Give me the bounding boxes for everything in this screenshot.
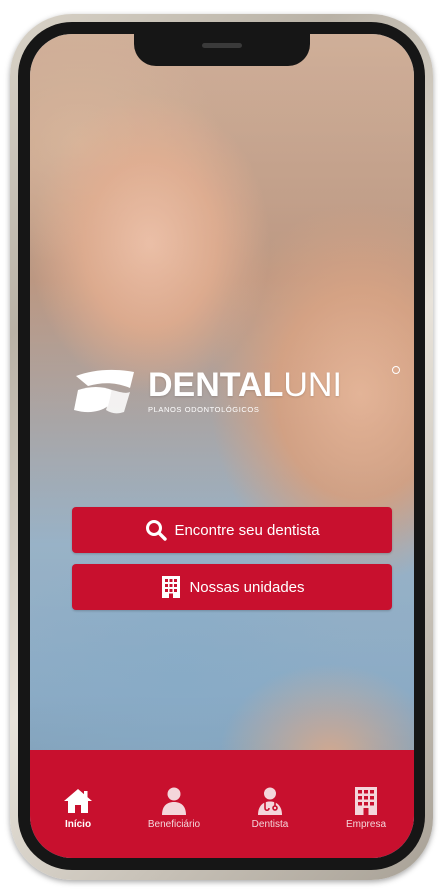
office-building-icon	[350, 786, 382, 816]
nav-label-home: Início	[64, 819, 92, 830]
nav-item-company[interactable]: Empresa	[321, 786, 411, 830]
brand-tagline: PLANOS ODONTOLÓGICOS	[148, 405, 260, 414]
building-icon	[159, 575, 183, 599]
doctor-icon	[254, 786, 286, 816]
nav-item-dentist[interactable]: Dentista	[225, 786, 315, 830]
bottom-nav: Início Beneficiário Dentista Empresa	[30, 750, 414, 858]
nav-label-company: Empresa	[345, 819, 386, 830]
nav-label-dentist: Dentista	[251, 819, 289, 830]
our-units-button[interactable]: Nossas unidades	[72, 564, 392, 610]
brand-name-bold: DENTAL	[148, 366, 284, 404]
search-icon	[144, 518, 168, 542]
phone-notch	[134, 34, 310, 66]
logo-mark-icon	[74, 369, 134, 414]
registered-mark-icon	[392, 366, 400, 374]
our-units-label: Nossas unidades	[189, 578, 305, 596]
brand-name: DENTALUNI	[148, 367, 342, 403]
photo-overlay	[30, 34, 414, 858]
app-screen: DENTALUNI PLANOS ODONTOLÓGICOS Encontre …	[30, 34, 414, 858]
person-icon	[158, 786, 190, 816]
brand-name-light: UNI	[283, 366, 342, 404]
nav-item-beneficiary[interactable]: Beneficiário	[129, 786, 219, 830]
brand-logo: DENTALUNI PLANOS ODONTOLÓGICOS	[72, 366, 402, 426]
speaker-grille	[202, 43, 242, 48]
nav-label-beneficiary: Beneficiário	[147, 819, 201, 830]
find-dentist-label: Encontre seu dentista	[174, 521, 320, 539]
find-dentist-button[interactable]: Encontre seu dentista	[72, 507, 392, 553]
nav-item-home[interactable]: Início	[33, 786, 123, 830]
home-icon	[62, 786, 94, 816]
